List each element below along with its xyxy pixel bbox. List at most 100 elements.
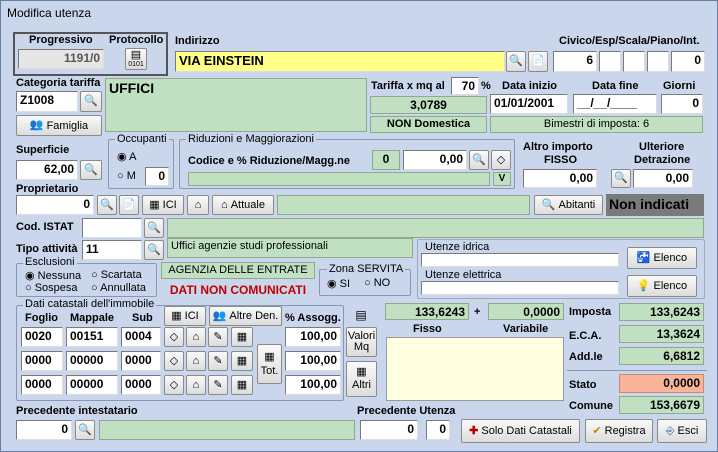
assogg-field[interactable]: 100,00	[285, 351, 341, 371]
precedente-search-button[interactable]: 🔍	[75, 420, 95, 440]
occupanti-m-field[interactable]: 0	[145, 167, 169, 186]
esclusioni-sospesa-radio[interactable]: ○ Sospesa	[25, 282, 78, 294]
document-icon: ▤	[130, 49, 142, 61]
mappale-field[interactable]: 00151	[66, 327, 118, 347]
indirizzo-field[interactable]: VIA EINSTEIN	[175, 51, 505, 72]
altro-importo-field[interactable]: 0,00	[523, 169, 597, 188]
esci-button[interactable]: ⎆ Esci	[657, 419, 707, 443]
row-clear-button[interactable]: ◇	[164, 375, 184, 395]
esclusioni-nessuna-radio[interactable]: ◉ Nessuna	[25, 269, 81, 282]
tariffa-percent-field[interactable]: 70	[451, 77, 479, 95]
precedente-intestatario-label: Precedente intestatario	[16, 405, 138, 417]
addle-label: Add.le	[569, 351, 603, 363]
attivita-search-button[interactable]: 🔍	[144, 240, 164, 260]
proprietario-search-button[interactable]: 🔍	[97, 195, 117, 215]
catastali-ici-button[interactable]: ▦ ICI	[164, 306, 206, 326]
row-clear-button[interactable]: ◇	[164, 327, 184, 347]
giorni-field[interactable]: 0	[661, 94, 703, 114]
mappale-field[interactable]: 00000	[66, 351, 118, 371]
ulteriore-search-button[interactable]: 🔍	[611, 169, 631, 188]
idrica-elenco-button[interactable]: 🚰 Elenco	[627, 247, 697, 269]
zona-no-radio[interactable]: ○ NO	[364, 277, 390, 289]
proprietario-field[interactable]: 0	[16, 195, 94, 215]
istat-field[interactable]	[82, 218, 142, 238]
row-calc-button[interactable]: ▦	[231, 351, 253, 371]
indirizzo-add-button[interactable]: 📄	[528, 51, 548, 72]
mappale-field[interactable]: 00000	[66, 375, 118, 395]
indirizzo-search-button[interactable]: 🔍	[506, 51, 526, 72]
istat-search-button[interactable]: 🔍	[144, 218, 164, 238]
esclusioni-scartata-radio[interactable]: ○ Scartata	[91, 269, 142, 281]
stato-value: 0,0000	[619, 374, 704, 393]
row-calc-button[interactable]: ▦	[231, 375, 253, 395]
progressivo-label: Progressivo	[29, 34, 93, 46]
esp-field[interactable]	[599, 51, 621, 72]
categoria-search-button[interactable]: 🔍	[80, 91, 102, 112]
tot-button[interactable]: ▦ Tot.	[257, 344, 282, 384]
row-edit-button[interactable]: ✎	[208, 375, 228, 395]
occupanti-a-radio[interactable]: ◉ A	[117, 150, 136, 163]
row-home-button[interactable]: ⌂	[186, 351, 206, 371]
radio-empty-icon: ○	[364, 277, 371, 289]
row-home-button[interactable]: ⌂	[186, 375, 206, 395]
zona-si-radio[interactable]: ◉ SI	[327, 277, 350, 290]
tariffa-tipo: NON Domestica	[370, 116, 487, 133]
row-edit-button[interactable]: ✎	[208, 351, 228, 371]
protocollo-button[interactable]: ▤ 0101	[125, 48, 147, 70]
precedente-intestatario-field[interactable]: 0	[16, 420, 72, 440]
fisso-value: 133,6243	[385, 303, 469, 320]
precedente-utenza-sub-field[interactable]: 0	[426, 420, 450, 440]
superficie-field[interactable]: 62,00	[16, 160, 78, 180]
occupanti-m-radio[interactable]: ○ M	[117, 170, 136, 182]
row-clear-button[interactable]: ◇	[164, 351, 184, 371]
ulteriore-field[interactable]: 0,00	[633, 169, 693, 188]
superficie-search-button[interactable]: 🔍	[80, 160, 102, 180]
elettrica-elenco-button[interactable]: 💡 Elenco	[627, 275, 697, 297]
civico-field[interactable]: 6	[553, 51, 597, 72]
attivita-code-field[interactable]: 11	[82, 240, 142, 260]
proprietario-home-button[interactable]: ⌂	[187, 195, 209, 215]
utenze-elettrica-field	[421, 281, 619, 295]
istat-label: Cod. ISTAT	[16, 221, 74, 233]
scala-field[interactable]	[623, 51, 645, 72]
codice-riduzione-label: Codice e % Riduzione/Magg.ne	[188, 155, 350, 167]
foglio-field[interactable]: 0000	[21, 351, 63, 371]
riduzione-clear-button[interactable]: ◇	[491, 150, 511, 170]
assogg-field[interactable]: 100,00	[285, 327, 341, 347]
eca-value: 13,3624	[619, 325, 704, 343]
famiglia-button[interactable]: 👥 Famiglia	[16, 115, 102, 136]
sub-field[interactable]: 0000	[121, 351, 161, 371]
proprietario-new-button[interactable]: 📄	[119, 195, 139, 215]
sub-field[interactable]: 0004	[121, 327, 161, 347]
esclusioni-annullata-radio[interactable]: ○ Annullata	[91, 282, 146, 294]
eca-label: E.C.A.	[569, 330, 602, 342]
piano-field[interactable]	[647, 51, 669, 72]
riduzione-search-button[interactable]: 🔍	[469, 150, 489, 170]
row-edit-button[interactable]: ✎	[208, 327, 228, 347]
riduzione-percent-field[interactable]: 0,00	[403, 150, 467, 170]
foglio-field[interactable]: 0020	[21, 327, 63, 347]
indirizzo-label: Indirizzo	[175, 35, 220, 47]
interno-field[interactable]: 0	[671, 51, 705, 72]
proprietario-ici-button[interactable]: ▦ ICI	[142, 195, 184, 215]
variabile-value: 0,0000	[488, 303, 564, 320]
search-icon: 🔍	[509, 55, 523, 67]
abitanti-button[interactable]: 🔍 Abitanti	[534, 195, 603, 215]
solo-dati-catastali-button[interactable]: ✚ Solo Dati Catastali	[461, 419, 580, 443]
assogg-field[interactable]: 100,00	[285, 375, 341, 395]
sub-field[interactable]: 0000	[121, 375, 161, 395]
attivita-description: Uffici agenzie studi professionali	[167, 238, 413, 258]
attuale-button[interactable]: ⌂ Attuale	[212, 195, 274, 215]
note-area[interactable]	[386, 337, 564, 401]
registra-button[interactable]: ✔ Registra	[585, 419, 653, 443]
data-inizio-field[interactable]: 01/01/2001	[490, 94, 568, 114]
categoria-code-field[interactable]: Z1008	[16, 91, 78, 112]
row-calc-button[interactable]: ▦	[231, 327, 253, 347]
row-home-button[interactable]: ⌂	[186, 327, 206, 347]
altri-button[interactable]: ▦ Altri	[346, 361, 377, 397]
foglio-field[interactable]: 0000	[21, 375, 63, 395]
precedente-utenza-field[interactable]: 0	[360, 420, 418, 440]
data-fine-field[interactable]: __/__/____	[573, 94, 657, 114]
altre-den-button[interactable]: 👥 Altre Den.	[209, 306, 282, 326]
valori-mq-button[interactable]: Valori Mq	[346, 327, 377, 357]
